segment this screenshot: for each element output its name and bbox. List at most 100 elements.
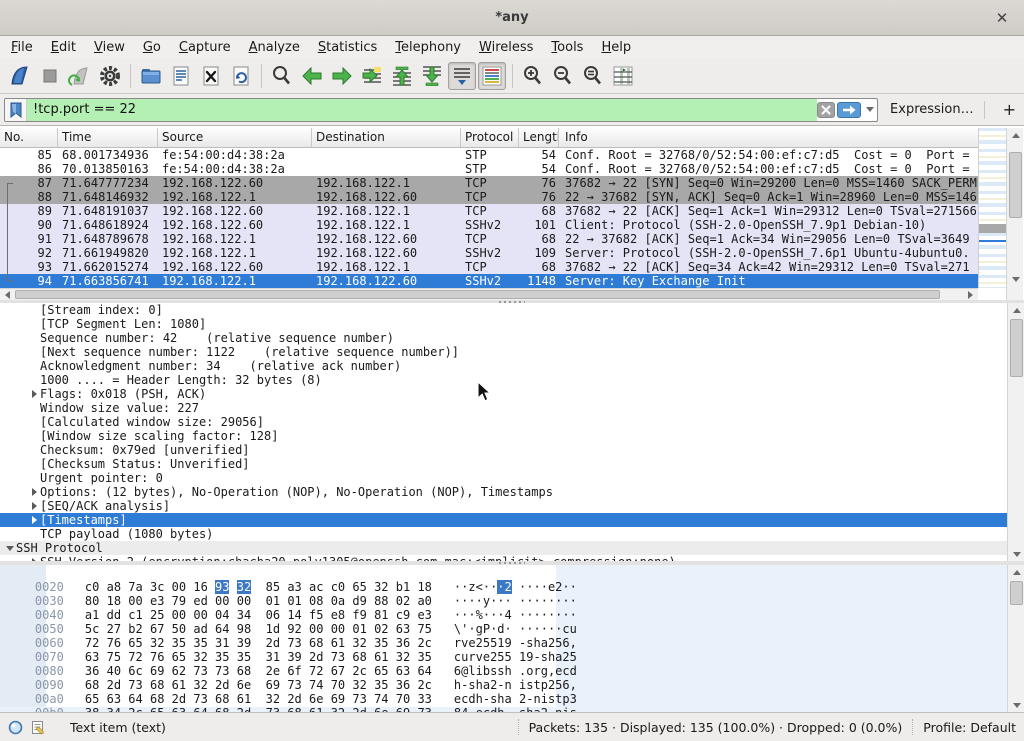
hex-bytes[interactable]: 5c 27 b2 67 50 ad 64 98 1d 92 00 00 01 0… [75,622,432,636]
bytes-vscrollbar[interactable] [1007,565,1024,712]
filter-history-dropdown[interactable] [862,99,877,121]
zoom-original-button[interactable] [579,62,607,90]
hex-bytes[interactable]: 36 40 6c 69 62 73 73 68 2e 6f 72 67 2c 6… [75,664,432,678]
hex-bytes[interactable]: 68 2d 73 68 61 32 2d 6e 69 73 74 70 32 3… [75,678,432,692]
expander[interactable] [28,390,40,398]
scrollbar-thumb[interactable] [1010,319,1023,377]
hex-ascii[interactable]: h-sha2-n istp256, [432,678,577,692]
packet-row[interactable]: 8971.648191037192.168.122.60192.168.122.… [0,204,978,218]
detail-row[interactable]: [SEQ/ACK analysis] [0,499,1007,513]
filter-clear-button[interactable] [817,102,835,118]
hex-ascii[interactable]: ····y··· ········ [432,594,577,608]
go-first-packet-button[interactable] [388,62,416,90]
go-to-packet-button[interactable] [358,62,386,90]
detail-row[interactable]: SSH Protocol [0,541,1007,555]
scrollbar-thumb[interactable] [1010,581,1023,605]
packet-list-vscrollbar[interactable] [1006,128,1023,300]
menu-file[interactable]: File [2,38,42,57]
scrollbar-thumb[interactable] [1009,152,1022,218]
packet-row[interactable]: 9071.648618924192.168.122.60192.168.122.… [0,218,978,232]
menu-telephony[interactable]: Telephony [386,38,470,57]
packet-list-hscrollbar[interactable] [0,288,978,300]
save-file-button[interactable] [167,62,195,90]
scroll-down-button[interactable] [1008,698,1024,712]
detail-row[interactable]: Sequence number: 42 (relative sequence n… [0,331,1007,345]
auto-scroll-button[interactable] [448,62,476,90]
capture-comment-icon[interactable] [31,720,46,735]
hex-ascii[interactable]: curve255 19-sha25 [432,650,577,664]
scroll-up-button[interactable] [1007,128,1024,142]
resize-columns-button[interactable] [609,62,637,90]
filter-bookmark-button[interactable] [5,99,27,121]
detail-row[interactable]: [TCP Segment Len: 1080] [0,317,1007,331]
go-back-button[interactable] [298,62,326,90]
status-profile[interactable]: Profile: Default [923,720,1024,735]
zoom-out-button[interactable] [549,62,577,90]
expression-button[interactable]: Expression… [890,102,974,117]
hex-bytes[interactable]: c0 a8 7a 3c 00 16 93 32 85 a3 ac c0 65 3… [75,580,432,594]
hex-ascii[interactable]: ···%···4 ········ [432,608,577,622]
detail-row[interactable]: Acknowledgment number: 34 (relative ack … [0,359,1007,373]
hex-ascii[interactable]: ··z<···2 ····e2·· [432,580,577,594]
detail-row[interactable]: TCP payload (1080 bytes) [0,527,1007,541]
detail-row[interactable]: Window size value: 227 [0,401,1007,415]
detail-row[interactable]: [Next sequence number: 1122 (relative se… [0,345,1007,359]
detail-row[interactable]: Flags: 0x018 (PSH, ACK) [0,387,1007,401]
scrollbar-thumb[interactable] [15,290,940,299]
display-filter-input[interactable] [27,99,817,121]
detail-row[interactable]: Checksum: 0x79ed [unverified] [0,443,1007,457]
menu-analyze[interactable]: Analyze [240,38,309,57]
hex-bytes[interactable]: 80 18 00 e3 79 ed 00 00 01 01 08 0a d9 8… [75,594,432,608]
packet-row[interactable]: 8771.647777234192.168.122.60192.168.122.… [0,176,978,190]
detail-row[interactable]: [Timestamps] [0,513,1007,527]
close-button[interactable]: ✕ [988,0,1016,36]
details-vscrollbar[interactable] [1007,303,1024,561]
colorize-packets-button[interactable] [478,62,506,90]
intelligent-scrollbar-minimap[interactable] [978,128,1006,288]
expander[interactable] [4,546,16,551]
menu-capture[interactable]: Capture [170,38,240,57]
column-header-time[interactable]: Time [58,128,158,147]
menu-edit[interactable]: Edit [42,38,85,57]
menu-wireless[interactable]: Wireless [470,38,542,57]
hex-bytes[interactable]: a1 dd c1 25 00 00 04 34 06 14 f5 e8 f9 8… [75,608,432,622]
find-packet-button[interactable] [268,62,296,90]
scroll-up-button[interactable] [1008,303,1024,317]
expander[interactable] [28,488,40,496]
open-file-button[interactable] [137,62,165,90]
scroll-down-button[interactable] [1007,272,1024,286]
packet-row[interactable]: 9471.663856741192.168.122.1192.168.122.6… [0,274,978,288]
packet-row[interactable]: 9271.661949820192.168.122.1192.168.122.6… [0,246,978,260]
hex-row[interactable]: 0020c0 a8 7a 3c 00 16 93 32 85 a3 ac c0 … [0,566,1007,580]
packet-row[interactable]: 9171.648789678192.168.122.1192.168.122.6… [0,232,978,246]
expert-info-icon[interactable] [8,720,23,735]
filter-apply-button[interactable] [837,102,861,118]
detail-row[interactable]: Options: (12 bytes), No-Operation (NOP),… [0,485,1007,499]
packet-row[interactable]: 8568.001734936fe:54:00:d4:38:2aSTP54Conf… [0,148,978,162]
column-header-protocol[interactable]: Protocol [461,128,519,147]
column-header-no[interactable]: No. [0,128,58,147]
hex-ascii[interactable]: 6@libssh .org,ecd [432,664,577,678]
packet-row[interactable]: 9371.662015274192.168.122.60192.168.122.… [0,260,978,274]
hex-bytes[interactable]: 65 63 64 68 2d 73 68 61 32 2d 6e 69 73 7… [75,692,432,706]
detail-row[interactable]: Urgent pointer: 0 [0,471,1007,485]
detail-row[interactable]: [Window size scaling factor: 128] [0,429,1007,443]
column-header-length[interactable]: Length [519,128,559,147]
close-file-button[interactable] [197,62,225,90]
packet-row[interactable]: 8871.648146932192.168.122.1192.168.122.6… [0,190,978,204]
menu-help[interactable]: Help [592,38,640,57]
column-header-source[interactable]: Source [158,128,312,147]
hex-bytes[interactable]: 63 75 72 76 65 32 35 35 31 39 2d 73 68 6… [75,650,432,664]
go-forward-button[interactable] [328,62,356,90]
filter-add-button[interactable]: + [995,100,1024,119]
column-header-destination[interactable]: Destination [312,128,461,147]
menu-statistics[interactable]: Statistics [309,38,386,57]
menu-view[interactable]: View [85,38,134,57]
expander[interactable] [28,502,40,510]
detail-row[interactable]: [Checksum Status: Unverified] [0,457,1007,471]
go-last-packet-button[interactable] [418,62,446,90]
hex-ascii[interactable]: \'·gP·d· ······cu [432,622,577,636]
hex-ascii[interactable]: ecdh-sha 2-nistp3 [432,692,577,706]
detail-row[interactable]: [Calculated window size: 29056] [0,415,1007,429]
packet-row[interactable]: 8670.013850163fe:54:00:d4:38:2aSTP54Conf… [0,162,978,176]
